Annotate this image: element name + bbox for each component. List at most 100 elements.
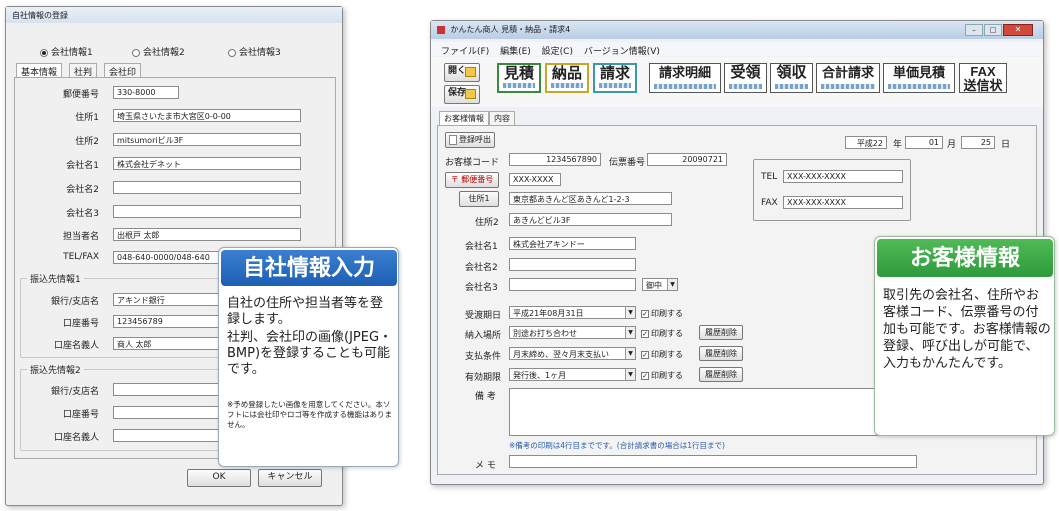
open-button[interactable]: 開く: [444, 63, 480, 82]
zip-field[interactable]: 330-8000: [113, 86, 179, 99]
address2-label: 住所2: [75, 137, 99, 147]
company3-field[interactable]: [113, 205, 301, 218]
address1-label: 住所1: [75, 113, 99, 123]
ok-button[interactable]: OK: [187, 469, 251, 487]
honorific-select[interactable]: 御中 ▼: [642, 278, 678, 291]
customer-company2-field[interactable]: [509, 258, 636, 271]
delivery-place-select[interactable]: 別途お打ち合わせ ▼: [509, 326, 636, 339]
call-registered-button[interactable]: 登録呼出: [445, 132, 495, 148]
maximize-icon[interactable]: □: [984, 24, 1002, 36]
payment-terms-label: 支払条件: [465, 352, 502, 362]
doc-delivery-button[interactable]: 納品: [545, 63, 589, 93]
app-titlebar: かんたん商人 見積・納品・請求4: [431, 21, 1043, 39]
customer-fax-label: FAX: [761, 198, 778, 208]
company1-field[interactable]: 株式会社デネット: [113, 157, 301, 170]
delivery-date-select[interactable]: 平成21年08月31日 ▼: [509, 306, 636, 319]
customer-code-field[interactable]: 1234567890: [509, 153, 601, 166]
doc-delivery-label: 納品: [551, 65, 582, 82]
customer-fax-field[interactable]: XXX-XXX-XXXX: [783, 196, 903, 209]
radio-company-2[interactable]: 会社情報2: [132, 45, 185, 58]
doc-bar: [888, 84, 950, 89]
doc-estimate-button[interactable]: 見積: [497, 63, 541, 93]
tab-basic-info[interactable]: 基本情報: [16, 63, 63, 78]
minimize-icon[interactable]: –: [965, 24, 983, 36]
contact-label: 担当者名: [62, 232, 99, 242]
doc-bar: [729, 84, 762, 89]
save-button[interactable]: 保存: [444, 85, 480, 104]
company2-field[interactable]: [113, 181, 301, 194]
validity-print-check[interactable]: ✓ 印刷する: [641, 370, 683, 381]
doc-receipt-button[interactable]: 領収: [770, 63, 813, 93]
open-label: 開く: [448, 66, 467, 76]
print-label: 印刷する: [651, 329, 683, 338]
menu-settings[interactable]: 設定(C): [542, 47, 573, 57]
chevron-down-icon: ▼: [625, 348, 635, 359]
doc-bar: [599, 83, 631, 88]
bank1-holder-label: 口座名義人: [53, 341, 99, 351]
validity-label: 有効期限: [465, 373, 502, 383]
fax-cover-button[interactable]: FAX 送信状: [959, 63, 1007, 93]
doc-bar: [654, 84, 716, 89]
doc-unit-estimate-label: 単価見積: [892, 65, 945, 80]
tab-content[interactable]: 内容: [489, 111, 515, 125]
menu-edit[interactable]: 編集(E): [500, 47, 531, 57]
company-callout: 自社情報入力 自社の住所や担当者等を登録します。 社判、会社印の画像(JPEG・…: [218, 247, 399, 467]
customer-callout-body: 取引先の会社名、住所やお客様コード、伝票番号の付加も可能です。お客様情報の登録、…: [883, 288, 1051, 371]
tab-company-seal[interactable]: 会社印: [104, 63, 142, 78]
app-title: かんたん商人 見積・納品・請求4: [450, 25, 571, 34]
payment-terms-select[interactable]: 月末締め、翌々月末支払い ▼: [509, 347, 636, 360]
radio-company-3[interactable]: 会社情報3: [228, 45, 281, 58]
month-field[interactable]: 01: [905, 136, 943, 149]
address1-lookup-button[interactable]: 住所1: [459, 191, 499, 207]
delivery-place-label: 納入場所: [465, 331, 502, 341]
remarks-textarea[interactable]: [509, 388, 917, 436]
zip-lookup-button[interactable]: 〒 郵便番号: [445, 172, 499, 188]
era-field[interactable]: 平成22: [845, 136, 887, 149]
slip-number-label: 伝票番号: [609, 158, 646, 168]
radio-label: 会社情報2: [143, 48, 185, 58]
year-label: 年: [893, 140, 903, 150]
close-icon[interactable]: ✕: [1003, 24, 1033, 36]
validity-select[interactable]: 発行後、1ヶ月 ▼: [509, 368, 636, 381]
contact-field[interactable]: 出根戸 太郎: [113, 228, 301, 241]
tab-customer-info[interactable]: お客様情報: [439, 111, 489, 125]
check-icon: ✓: [641, 309, 649, 318]
doc-receipt-ack-button[interactable]: 受領: [724, 63, 767, 93]
tab-company-stamp[interactable]: 社判: [69, 63, 98, 78]
save-folder-icon: [465, 89, 476, 99]
menu-version[interactable]: バージョン情報(V): [584, 47, 660, 57]
doc-invoice-button[interactable]: 請求: [593, 63, 637, 93]
doc-bar: [775, 84, 808, 89]
memo-field[interactable]: [509, 455, 917, 468]
address2-field[interactable]: mitsumoriビル3F: [113, 133, 301, 146]
slip-number-field[interactable]: 20090721: [647, 153, 727, 166]
customer-address2-field[interactable]: あきんどビル3F: [509, 213, 672, 226]
payment-terms-clear-history-button[interactable]: 履歴削除: [699, 346, 743, 361]
menu-file[interactable]: ファイル(F): [441, 47, 489, 57]
doc-unit-estimate-button[interactable]: 単価見積: [883, 63, 955, 93]
delivery-place-print-check[interactable]: ✓ 印刷する: [641, 328, 683, 339]
month-label: 月: [947, 140, 957, 150]
customer-company1-field[interactable]: 株式会社アキンドー: [509, 237, 636, 250]
validity-value: 発行後、1ヶ月: [513, 371, 567, 380]
call-icon: [449, 135, 457, 145]
doc-invoice-label: 請求: [599, 65, 630, 82]
doc-total-invoice-button[interactable]: 合計請求: [816, 63, 880, 93]
delivery-place-clear-history-button[interactable]: 履歴削除: [699, 325, 743, 340]
delivery-date-print-check[interactable]: ✓ 印刷する: [641, 308, 683, 319]
customer-address1-field[interactable]: 東京都あきんど区あきんど1-2-3: [509, 192, 672, 205]
call-label: 登録呼出: [459, 135, 491, 144]
radio-company-1[interactable]: 会社情報1: [40, 45, 93, 58]
address1-field[interactable]: 埼玉県さいたま市大宮区0-0-00: [113, 109, 301, 122]
doc-invoice-detail-button[interactable]: 請求明細: [649, 63, 721, 93]
customer-tel-field[interactable]: XXX-XXX-XXXX: [783, 170, 903, 183]
radio-label: 会社情報1: [51, 48, 93, 58]
validity-clear-history-button[interactable]: 履歴削除: [699, 367, 743, 382]
day-field[interactable]: 25: [961, 136, 995, 149]
cancel-button[interactable]: キャンセル: [258, 469, 322, 487]
customer-zip-field[interactable]: XXX-XXXX: [509, 173, 561, 186]
check-icon: ✓: [641, 329, 649, 338]
payment-terms-print-check[interactable]: ✓ 印刷する: [641, 349, 683, 360]
customer-company3-field[interactable]: [509, 278, 636, 291]
customer-callout-heading: お客様情報: [877, 239, 1053, 277]
